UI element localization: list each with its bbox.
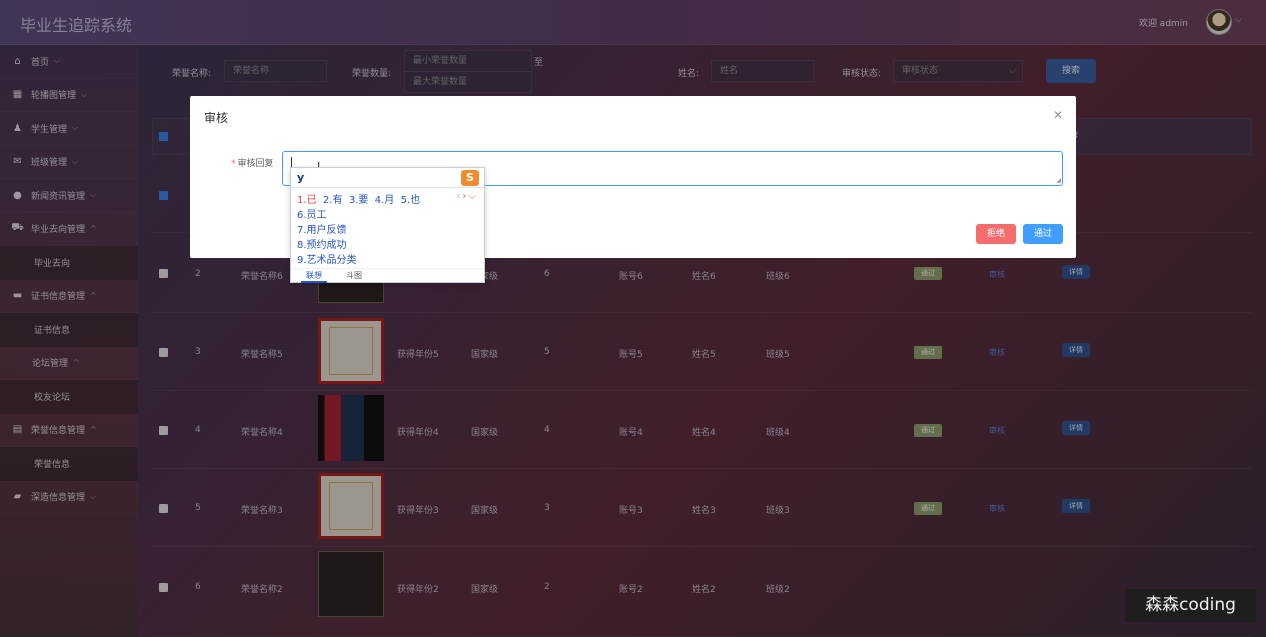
ime-candidate[interactable]: 7.用户反馈 [297,221,347,236]
ime-candidate[interactable]: 3.要 [349,195,369,206]
ime-candidate[interactable]: 4.月 [375,195,395,206]
ime-divider [291,187,484,188]
ime-candidate[interactable]: 5.也 [401,195,421,206]
ime-tab-emoji[interactable]: 斗图 [346,270,362,281]
ime-candidate[interactable]: 1.已 [297,195,317,206]
ime-page-nav[interactable]: ‹›⌵ [456,191,478,202]
ime-candidate[interactable]: 8.预约成功 [297,236,347,251]
ime-candidate[interactable]: 9.艺术品分类 [297,251,357,266]
resize-grip-icon[interactable]: ◢ [1056,177,1061,184]
ime-tab-association[interactable]: 联想 [301,270,327,283]
ime-candidate-row: 1.已 2.有 3.要 4.月 5.也 [297,191,420,206]
chevron-down-icon[interactable]: ⌵ [468,191,478,202]
review-reply-label: * 审核回复 [231,159,274,169]
ime-candidate-window: y S 1.已 2.有 3.要 4.月 5.也 ‹›⌵ 6.员工 7.用户反馈 … [290,167,485,283]
watermark: 森森coding [1125,589,1256,622]
ime-candidate[interactable]: 6.员工 [297,206,327,221]
close-icon[interactable]: ✕ [1053,108,1063,122]
ime-candidate[interactable]: 2.有 [323,195,343,206]
ime-tab-bar: 联想 斗图 [291,268,484,283]
dialog-title: 审核 [204,111,229,125]
pass-button[interactable]: 通过 [1023,224,1063,244]
reject-button[interactable]: 拒绝 [976,224,1016,244]
ime-composition: y [297,171,305,184]
sogou-logo-icon: S [461,170,479,186]
